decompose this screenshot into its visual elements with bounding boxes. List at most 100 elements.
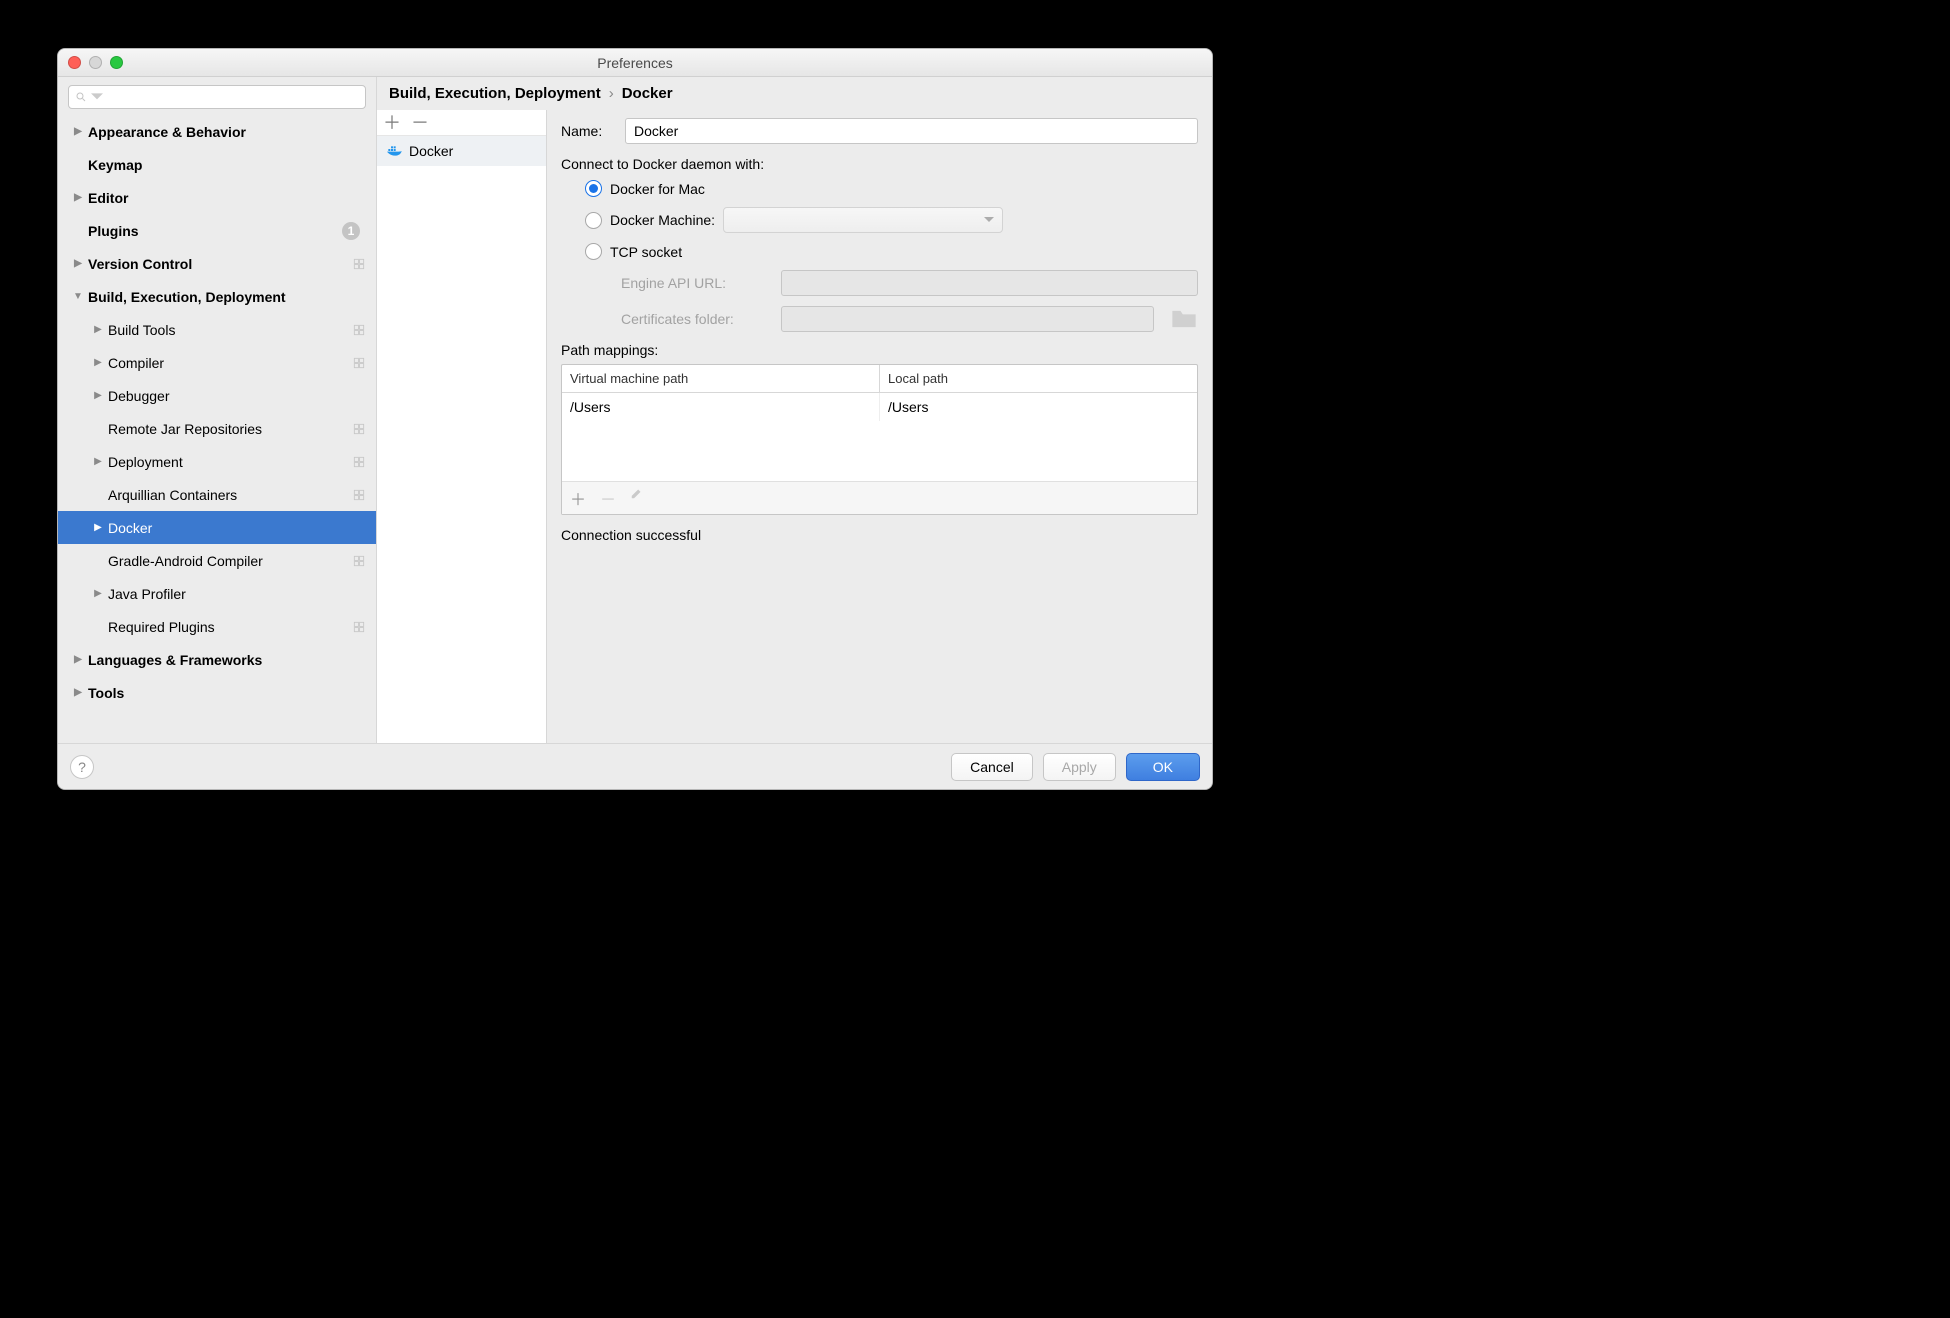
tree-item-remote-jar-repositories[interactable]: Remote Jar Repositories	[58, 412, 376, 445]
tree-item-label: Languages & Frameworks	[88, 652, 366, 668]
tree-item-label: Version Control	[88, 256, 348, 272]
pm-body[interactable]: /Users/Users	[562, 393, 1197, 481]
pm-cell-local: /Users	[880, 393, 1197, 421]
tree-item-label: Compiler	[108, 355, 348, 371]
tree-item-docker[interactable]: ▶ Docker	[58, 511, 376, 544]
tree-item-tools[interactable]: ▶Tools	[58, 676, 376, 709]
disclosure-right-icon: ▶	[92, 522, 104, 533]
name-label: Name:	[561, 123, 615, 139]
tree-item-label: Build, Execution, Deployment	[88, 289, 366, 305]
ok-button[interactable]: OK	[1126, 753, 1200, 781]
disclosure-right-icon: ▶	[72, 192, 84, 203]
option-docker-for-mac[interactable]: Docker for Mac	[585, 180, 1198, 197]
tree-item-required-plugins[interactable]: Required Plugins	[58, 610, 376, 643]
disclosure-right-icon: ▶	[92, 390, 104, 401]
pm-edit-button[interactable]	[630, 486, 644, 510]
folder-icon	[1170, 307, 1198, 331]
tree-item-build-execution-deployment[interactable]: ▼Build, Execution, Deployment	[58, 280, 376, 313]
servers-list: Docker	[377, 136, 546, 743]
browse-folder-button[interactable]	[1170, 307, 1198, 331]
pm-cell-vm: /Users	[562, 393, 880, 421]
search-input[interactable]	[107, 90, 359, 105]
tree-item-label: Docker	[108, 520, 366, 536]
pm-add-button[interactable]: ＋	[570, 486, 586, 510]
engine-api-url-input	[781, 270, 1198, 296]
tree-item-label: Required Plugins	[108, 619, 348, 635]
tree-item-label: Debugger	[108, 388, 366, 404]
project-scope-icon	[352, 257, 366, 271]
tree-item-label: Deployment	[108, 454, 348, 470]
traffic-lights	[68, 56, 123, 69]
tree-item-java-profiler[interactable]: ▶Java Profiler	[58, 577, 376, 610]
tree-item-languages-frameworks[interactable]: ▶ Languages & Frameworks	[58, 643, 376, 676]
breadcrumb-current: Docker	[622, 85, 673, 102]
disclosure-right-icon: ▶	[72, 126, 84, 137]
tree-item-gradle-android-compiler[interactable]: Gradle-Android Compiler	[58, 544, 376, 577]
pm-header-local[interactable]: Local path	[880, 365, 1197, 392]
server-list-item-label: Docker	[409, 143, 453, 159]
tree-item-keymap[interactable]: Keymap	[58, 148, 376, 181]
project-scope-icon	[352, 488, 366, 502]
add-server-button[interactable]: ＋	[383, 114, 401, 132]
docker-machine-select[interactable]	[723, 207, 1003, 233]
tree-item-appearance-behavior[interactable]: ▶Appearance & Behavior	[58, 115, 376, 148]
minimize-window-icon[interactable]	[89, 56, 102, 69]
search-icon	[75, 91, 87, 103]
help-button[interactable]: ?	[70, 755, 94, 779]
tree-item-arquillian-containers[interactable]: Arquillian Containers	[58, 478, 376, 511]
breadcrumb-separator-icon: ›	[609, 85, 614, 102]
breadcrumb-parent[interactable]: Build, Execution, Deployment	[389, 85, 601, 102]
project-scope-icon	[352, 422, 366, 436]
project-scope-icon	[352, 323, 366, 337]
content-area: Build, Execution, Deployment › Docker ＋ …	[377, 77, 1212, 743]
tree-item-label: Build Tools	[108, 322, 348, 338]
pm-remove-button[interactable]: －	[600, 486, 616, 510]
pencil-icon	[630, 486, 644, 500]
tree-item-deployment[interactable]: ▶Deployment	[58, 445, 376, 478]
detail-panel: Name: Connect to Docker daemon with: Doc…	[547, 110, 1212, 743]
path-mapping-row[interactable]: /Users/Users	[562, 393, 1197, 421]
cancel-button[interactable]: Cancel	[951, 753, 1033, 781]
certificates-folder-label: Certificates folder:	[621, 311, 771, 327]
search-input-wrap[interactable]	[68, 85, 366, 109]
tree-item-compiler[interactable]: ▶ Compiler	[58, 346, 376, 379]
servers-toolbar: ＋ －	[377, 110, 546, 136]
option-docker-for-mac-label: Docker for Mac	[610, 181, 705, 197]
disclosure-right-icon: ▶	[72, 654, 84, 665]
disclosure-right-icon: ▶	[92, 324, 104, 335]
tree-item-label: Keymap	[88, 157, 366, 173]
pm-header-vm[interactable]: Virtual machine path	[562, 365, 880, 392]
tree-item-build-tools[interactable]: ▶ Build Tools	[58, 313, 376, 346]
docker-icon	[387, 145, 403, 157]
project-scope-icon	[352, 554, 366, 568]
titlebar: Preferences	[58, 49, 1212, 77]
certificates-folder-input	[781, 306, 1154, 332]
window-title: Preferences	[68, 55, 1202, 71]
name-input[interactable]	[625, 118, 1198, 144]
apply-button[interactable]: Apply	[1043, 753, 1116, 781]
remove-server-button[interactable]: －	[411, 114, 429, 132]
disclosure-right-icon: ▶	[92, 357, 104, 368]
tree-item-label: Plugins	[88, 223, 342, 239]
footer: ? Cancel Apply OK	[58, 743, 1212, 789]
path-mappings-table: Virtual machine path Local path /Users/U…	[561, 364, 1198, 515]
disclosure-right-icon: ▶	[72, 687, 84, 698]
tree-item-debugger[interactable]: ▶ Debugger	[58, 379, 376, 412]
option-docker-machine[interactable]: Docker Machine:	[585, 207, 1198, 233]
radio-on-icon	[585, 180, 602, 197]
body: ▶Appearance & BehaviorKeymap▶EditorPlugi…	[58, 77, 1212, 743]
project-scope-icon	[352, 356, 366, 370]
project-scope-icon	[352, 620, 366, 634]
option-tcp-socket[interactable]: TCP socket	[585, 243, 1198, 260]
path-mappings-label: Path mappings:	[561, 342, 1198, 358]
tree-item-plugins[interactable]: Plugins1	[58, 214, 376, 247]
tree-item-editor[interactable]: ▶Editor	[58, 181, 376, 214]
tree-item-version-control[interactable]: ▶Version Control	[58, 247, 376, 280]
connection-status: Connection successful	[561, 515, 1198, 543]
zoom-window-icon[interactable]	[110, 56, 123, 69]
chevron-down-icon	[984, 217, 994, 223]
tree-item-label: Java Profiler	[108, 586, 366, 602]
close-window-icon[interactable]	[68, 56, 81, 69]
server-list-item[interactable]: Docker	[377, 136, 546, 166]
option-docker-machine-label: Docker Machine:	[610, 212, 715, 228]
